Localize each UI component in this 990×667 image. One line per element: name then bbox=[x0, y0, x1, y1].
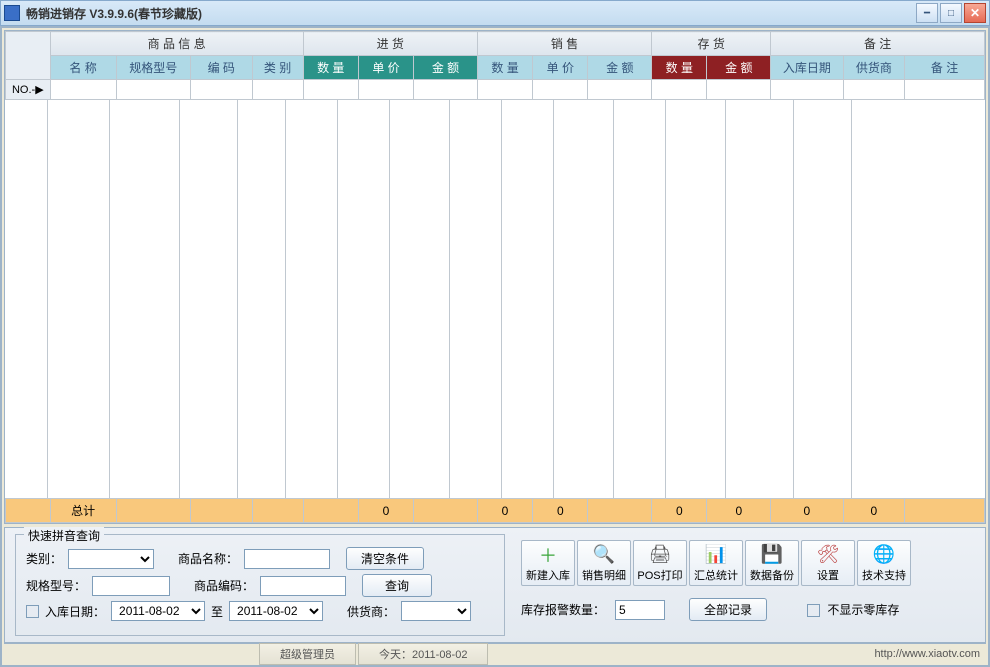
search-legend: 快速拼音查询 bbox=[24, 527, 104, 544]
group-stock: 存 货 bbox=[652, 32, 771, 56]
col-sales-price[interactable]: 单 价 bbox=[533, 56, 588, 80]
date-from-select[interactable]: 2011-08-02 bbox=[111, 601, 205, 621]
clear-button[interactable]: 清空条件 bbox=[346, 547, 424, 570]
hide-zero-checkbox[interactable] bbox=[807, 604, 820, 617]
col-purchase-qty[interactable]: 数 量 bbox=[303, 56, 358, 80]
status-bar: 超级管理员 今天：2011-08-02 http://www.xiaotv.co… bbox=[4, 643, 986, 663]
tool-label: 技术支持 bbox=[862, 567, 906, 583]
tool-button-3[interactable]: 📊汇总统计 bbox=[689, 540, 743, 586]
close-button[interactable]: ✕ bbox=[964, 3, 986, 23]
code-input[interactable] bbox=[260, 576, 346, 596]
supplier-label: 供货商： bbox=[347, 603, 395, 620]
group-product-info: 商 品 信 息 bbox=[50, 32, 303, 56]
hide-zero-label: 不显示零库存 bbox=[827, 603, 899, 617]
tool-label: 新建入库 bbox=[526, 567, 570, 583]
query-button[interactable]: 查询 bbox=[362, 574, 432, 597]
date-checkbox[interactable] bbox=[26, 605, 39, 618]
product-name-input[interactable] bbox=[244, 549, 330, 569]
main-toolbar: ＋新建入库🔍销售明细🖨POS打印📊汇总统计💾数据备份🛠设置🌐技术支持 bbox=[521, 540, 975, 586]
tool-label: 销售明细 bbox=[582, 567, 626, 583]
tool-button-6[interactable]: 🌐技术支持 bbox=[857, 540, 911, 586]
tool-button-4[interactable]: 💾数据备份 bbox=[745, 540, 799, 586]
group-purchase: 进 货 bbox=[303, 32, 477, 56]
totals-row: 总计 0 0 0 0 0 0 0 bbox=[6, 499, 985, 523]
quick-search-group: 快速拼音查询 类别： 商品名称： 清空条件 规格型号： 商品编码： 查询 bbox=[15, 534, 505, 636]
date-to-select[interactable]: 2011-08-02 bbox=[229, 601, 323, 621]
category-select[interactable] bbox=[68, 549, 154, 569]
alarm-qty-input[interactable] bbox=[615, 600, 665, 620]
tool-button-2[interactable]: 🖨POS打印 bbox=[633, 540, 687, 586]
product-name-label: 商品名称： bbox=[178, 550, 238, 567]
status-user: 超级管理员 bbox=[259, 643, 356, 665]
tool-icon: 📊 bbox=[705, 544, 727, 566]
tool-icon: 🔍 bbox=[593, 544, 615, 566]
tool-button-1[interactable]: 🔍销售明细 bbox=[577, 540, 631, 586]
tool-label: 数据备份 bbox=[750, 567, 794, 583]
grid-empty-area bbox=[5, 100, 985, 498]
table-row[interactable]: NO.-▶ bbox=[6, 80, 985, 100]
all-records-button[interactable]: 全部记录 bbox=[689, 598, 767, 621]
supplier-select[interactable] bbox=[401, 601, 471, 621]
status-today: 今天：2011-08-02 bbox=[358, 643, 488, 665]
col-sales-qty[interactable]: 数 量 bbox=[477, 56, 532, 80]
col-spec[interactable]: 规格型号 bbox=[116, 56, 190, 80]
maximize-button[interactable]: □ bbox=[940, 3, 962, 23]
date-to-label: 至 bbox=[211, 603, 223, 620]
tool-icon: ＋ bbox=[537, 544, 559, 566]
totals-label: 总计 bbox=[50, 499, 116, 523]
col-code[interactable]: 编 码 bbox=[190, 56, 252, 80]
data-grid[interactable]: 商 品 信 息 进 货 销 售 存 货 备 注 名 称 规格型号 编 码 类 别… bbox=[4, 30, 986, 524]
col-name[interactable]: 名 称 bbox=[50, 56, 116, 80]
col-purchase-amount[interactable]: 金 额 bbox=[414, 56, 478, 80]
col-stock-qty[interactable]: 数 量 bbox=[652, 56, 707, 80]
tool-icon: 💾 bbox=[761, 544, 783, 566]
col-sales-amount[interactable]: 金 额 bbox=[588, 56, 652, 80]
app-icon bbox=[4, 5, 20, 21]
group-remark: 备 注 bbox=[771, 32, 985, 56]
col-stock-amount[interactable]: 金 额 bbox=[707, 56, 771, 80]
window-title: 畅销进销存 V3.9.9.6(春节珍藏版) bbox=[26, 5, 916, 22]
group-sales: 销 售 bbox=[477, 32, 651, 56]
in-date-label: 入库日期： bbox=[45, 603, 105, 620]
titlebar: 畅销进销存 V3.9.9.6(春节珍藏版) ━ □ ✕ bbox=[0, 0, 990, 26]
tool-icon: 🖨 bbox=[649, 544, 671, 566]
col-remark[interactable]: 备 注 bbox=[905, 56, 985, 80]
col-supplier[interactable]: 供货商 bbox=[843, 56, 905, 80]
tool-button-0[interactable]: ＋新建入库 bbox=[521, 540, 575, 586]
tool-label: 设置 bbox=[817, 567, 839, 583]
tool-icon: 🌐 bbox=[873, 544, 895, 566]
spec-label: 规格型号： bbox=[26, 577, 86, 594]
alarm-label: 库存报警数量： bbox=[521, 601, 605, 618]
tool-button-5[interactable]: 🛠设置 bbox=[801, 540, 855, 586]
row-marker: NO.-▶ bbox=[6, 80, 51, 100]
col-in-date[interactable]: 入库日期 bbox=[771, 56, 843, 80]
code-label: 商品编码： bbox=[194, 577, 254, 594]
tool-label: POS打印 bbox=[637, 567, 682, 583]
col-category[interactable]: 类 别 bbox=[252, 56, 303, 80]
col-purchase-price[interactable]: 单 价 bbox=[358, 56, 413, 80]
tool-icon: 🛠 bbox=[817, 544, 839, 566]
status-url[interactable]: http://www.xiaotv.com bbox=[874, 648, 980, 660]
spec-input[interactable] bbox=[92, 576, 170, 596]
tool-label: 汇总统计 bbox=[694, 567, 738, 583]
row-header-corner bbox=[6, 32, 51, 80]
category-label: 类别： bbox=[26, 550, 62, 567]
minimize-button[interactable]: ━ bbox=[916, 3, 938, 23]
